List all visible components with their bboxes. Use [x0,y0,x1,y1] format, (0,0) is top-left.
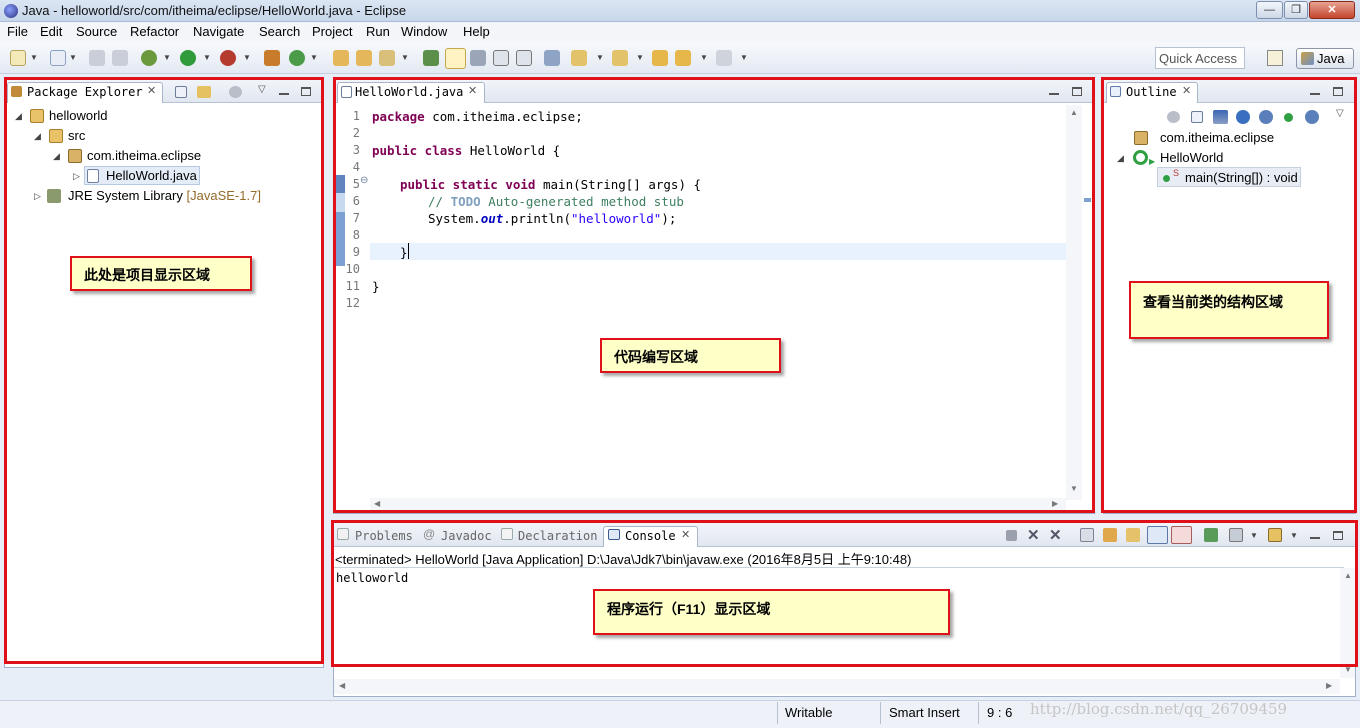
project-area-note: 此处是项目显示区域 [70,256,252,291]
new-class-icon[interactable] [289,50,305,66]
back-icon[interactable] [675,50,691,66]
scroll-left-icon[interactable]: ◀ [339,681,345,690]
forward-dropdown-icon[interactable]: ▼ [740,53,748,62]
project-area-frame [4,77,324,664]
back-dropdown-icon[interactable]: ▼ [700,53,708,62]
save-icon[interactable] [89,50,105,66]
eclipse-logo-icon [4,4,18,18]
next-annotation-icon[interactable] [571,50,587,66]
new-dropdown-icon[interactable]: ▼ [30,53,38,62]
status-insert-mode: Smart Insert [889,705,960,720]
status-cursor-position: 9 : 6 [987,705,1013,720]
menu-refactor[interactable]: Refactor [130,24,179,39]
paragraph-icon[interactable] [516,50,532,66]
show-whitespace-icon[interactable] [493,50,509,66]
prev-annotation-dropdown-icon[interactable]: ▼ [636,53,644,62]
forward-icon[interactable] [716,50,732,66]
code-area-note: 代码编写区域 [600,338,781,373]
tools-dropdown-icon[interactable]: ▼ [243,53,251,62]
menu-file[interactable]: File [7,24,28,39]
menu-window[interactable]: Window [401,24,447,39]
debug-dropdown-icon[interactable]: ▼ [163,53,171,62]
pin-icon[interactable] [544,50,560,66]
save-all-icon[interactable] [112,50,128,66]
maximize-button[interactable]: ❐ [1284,1,1308,19]
menu-source[interactable]: Source [76,24,117,39]
close-button[interactable]: ✕ [1309,1,1355,19]
last-edit-icon[interactable] [652,50,668,66]
java-perspective-icon [1301,52,1314,65]
code-area-frame [333,77,1095,513]
console-area-note: 程序运行（F11）显示区域 [593,589,950,635]
external-tools-icon[interactable] [220,50,236,66]
open-perspective-icon[interactable] [1267,50,1283,66]
debug-icon[interactable] [141,50,157,66]
new-java-project-icon[interactable] [264,50,280,66]
console-horizontal-scrollbar[interactable] [334,679,1340,694]
run-dropdown-icon[interactable]: ▼ [203,53,211,62]
status-writable: Writable [785,705,833,720]
menu-search[interactable]: Search [259,24,300,39]
status-separator [777,702,778,724]
search-dropdown-icon[interactable]: ▼ [401,53,409,62]
open-type-icon[interactable] [333,50,349,66]
scroll-right-icon[interactable]: ▶ [1326,681,1332,690]
highlight-icon[interactable] [445,48,466,69]
next-annotation-dropdown-icon[interactable]: ▼ [596,53,604,62]
status-separator [880,702,881,724]
quick-access-input[interactable]: Quick Access [1155,47,1245,69]
menu-help[interactable]: Help [463,24,490,39]
new-wizard-icon[interactable] [50,50,66,66]
status-separator [978,702,979,724]
block-selection-icon[interactable] [470,50,486,66]
menu-navigate[interactable]: Navigate [193,24,244,39]
menu-project[interactable]: Project [312,24,352,39]
minimize-button[interactable]: — [1256,1,1283,19]
open-folder-icon[interactable] [356,50,372,66]
wizard-dropdown-icon[interactable]: ▼ [69,53,77,62]
window-title: Java - helloworld/src/com/itheima/eclips… [22,3,407,18]
search-tool-icon[interactable] [379,50,395,66]
class-dropdown-icon[interactable]: ▼ [310,53,318,62]
outline-area-note: 查看当前类的结构区域 [1129,281,1329,339]
menu-run[interactable]: Run [366,24,390,39]
watermark: http://blog.csdn.net/qq_26709459 [1030,700,1288,718]
run-icon[interactable] [180,50,196,66]
prev-annotation-icon[interactable] [612,50,628,66]
toggle-mark-occurrences-icon[interactable] [423,50,439,66]
new-icon[interactable] [10,50,26,66]
menu-edit[interactable]: Edit [40,24,62,39]
